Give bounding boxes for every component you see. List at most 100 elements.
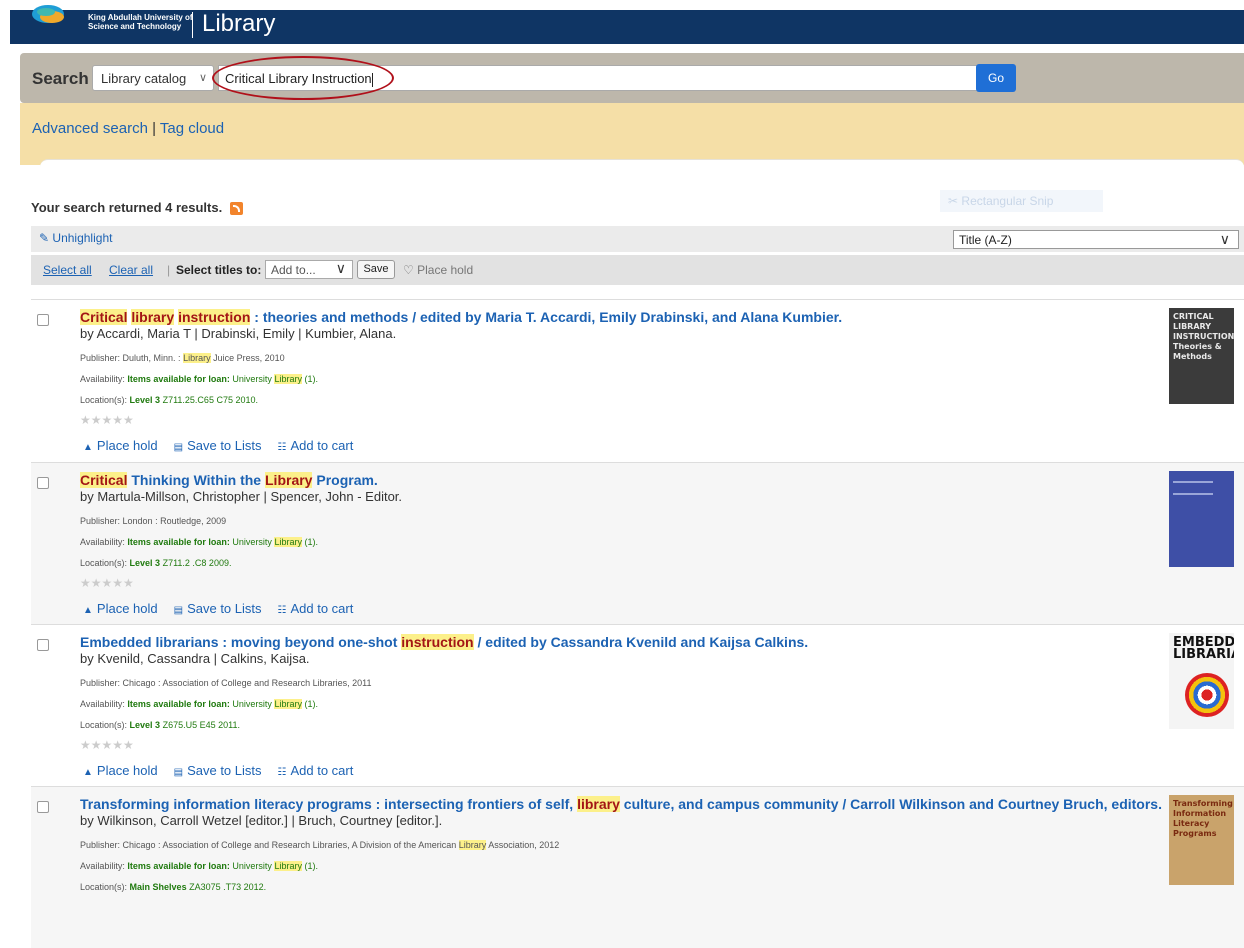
result-publisher: Publisher: Duluth, Minn. : Library Juice… [80, 353, 285, 363]
kaust-logo-icon[interactable] [30, 4, 72, 28]
add-to-cart-link[interactable]: ☷ Add to cart [278, 763, 354, 778]
search-subnav: Advanced search | Tag cloud [20, 103, 1244, 153]
book-cover-image[interactable]: Transforming Information Literacy Programs [1169, 795, 1234, 885]
availability-label: Availability: [80, 374, 125, 384]
sort-select[interactable]: Title (A-Z) ∨ [953, 230, 1239, 249]
cart-icon: ☷ [277, 605, 287, 616]
book-cover-image[interactable] [1169, 471, 1234, 567]
location-callnumber: Z711.25.C65 C75 2010. [160, 395, 258, 405]
availability-status: Items available for loan: [127, 537, 230, 547]
publisher-highlight: Library [183, 353, 211, 363]
chevron-down-icon: ∨ [198, 72, 207, 84]
place-hold-link[interactable]: ▲ Place hold [83, 763, 158, 778]
rating-stars[interactable]: ★★★★★ [80, 576, 134, 590]
result-location: Location(s): Level 3 Z675.U5 E45 2011. [80, 720, 240, 730]
availability-count: (1). [301, 861, 318, 871]
place-hold-link[interactable]: ▲ Place hold [83, 438, 158, 453]
add-to-cart-link[interactable]: ☷ Add to cart [278, 438, 354, 453]
advanced-search-link[interactable]: Advanced search [32, 120, 148, 137]
add-to-cart-link[interactable]: ☷ Add to cart [278, 601, 354, 616]
result-title-link[interactable]: Critical library instruction : theories … [80, 309, 842, 325]
availability-status: Items available for loan: [127, 699, 230, 709]
result-actions: ▲ Place hold ▤ Save to Lists ☷ Add to cart [83, 601, 353, 616]
go-button[interactable]: Go [976, 64, 1016, 92]
list-icon: ▤ [173, 442, 184, 453]
title-highlight: instruction [178, 309, 251, 325]
result-authors: by Wilkinson, Carroll Wetzel [editor.] |… [80, 813, 443, 828]
tag-cloud-link[interactable]: Tag cloud [160, 120, 224, 137]
result-checkbox[interactable] [37, 801, 49, 813]
search-scope-select[interactable]: Library catalog ∨ [92, 65, 214, 91]
availability-label: Availability: [80, 699, 125, 709]
rss-icon[interactable] [229, 202, 243, 216]
location-shelf: Level 3 [129, 395, 161, 405]
save-to-lists-link[interactable]: ▤ Save to Lists [174, 438, 262, 453]
result-title-link[interactable]: Embedded librarians : moving beyond one-… [80, 634, 808, 650]
title-highlight: Critical [80, 309, 128, 325]
publisher-label: Publisher: [80, 353, 121, 363]
cover-title-lines [1173, 481, 1213, 495]
add-to-select[interactable]: Add to... ∨ [265, 260, 353, 279]
cover-text: LIBRARY [1173, 322, 1212, 331]
availability-label: Availability: [80, 861, 125, 871]
unhighlight-link[interactable]: ✎ Unhighlight [39, 231, 112, 245]
result-title-link[interactable]: Transforming information literacy progra… [80, 796, 1162, 812]
place-hold-link[interactable]: ▲ Place hold [83, 601, 158, 616]
publisher-text: Duluth, Minn. : [120, 353, 184, 363]
search-label: Search [32, 69, 89, 88]
result-checkbox[interactable] [37, 477, 49, 489]
result-checkbox[interactable] [37, 314, 49, 326]
university-name: King Abdullah University of Science and … [88, 13, 193, 31]
sort-value: Title (A-Z) [959, 233, 1012, 247]
location-label: Location(s): [80, 558, 128, 568]
add-to-cart-label: Add to cart [290, 438, 354, 453]
snip-overlay-icon: ✂ [948, 194, 959, 208]
book-cover-image[interactable]: EMBEDDEDLIBRARIANS [1169, 633, 1234, 729]
book-cover-image[interactable]: CRITICAL LIBRARY INSTRUCTION Theories & Met… [1169, 308, 1234, 404]
place-hold-label: Place hold [96, 601, 158, 616]
list-icon: ▤ [173, 767, 184, 778]
save-to-lists-link[interactable]: ▤ Save to Lists [174, 763, 262, 778]
tab-strip [20, 153, 1244, 169]
cart-icon: ☷ [277, 767, 287, 778]
rating-stars[interactable]: ★★★★★ [80, 413, 134, 427]
select-all-link[interactable]: Select all [43, 263, 92, 277]
select-titles-label: Select titles to: [176, 263, 262, 277]
result-availability: Availability: Items available for loan: … [80, 861, 318, 871]
cover-text: Transforming [1173, 799, 1233, 808]
cover-text: Programs [1173, 829, 1217, 838]
save-to-lists-link[interactable]: ▤ Save to Lists [174, 601, 262, 616]
result-publisher: Publisher: London : Routledge, 2009 [80, 516, 226, 526]
location-callnumber: ZA3075 .T73 2012. [186, 882, 267, 892]
save-to-lists-label: Save to Lists [187, 601, 262, 616]
title-text: / edited by Cassandra Kvenild and Kaijsa… [473, 634, 809, 650]
title-highlight: Library [265, 472, 313, 488]
availability-label: Availability: [80, 537, 125, 547]
clear-all-link[interactable]: Clear all [109, 263, 153, 277]
cover-text: Literacy [1173, 819, 1210, 828]
result-title-link[interactable]: Critical Thinking Within the Library Pro… [80, 472, 378, 488]
university-name-line1: King Abdullah University of [88, 13, 193, 22]
place-hold-toolbar-button[interactable]: ♡ Place hold [403, 263, 473, 277]
university-name-line2: Science and Technology [88, 22, 182, 31]
place-hold-toolbar-label: Place hold [417, 263, 474, 277]
title-text: Program. [312, 472, 378, 488]
add-to-cart-label: Add to cart [290, 763, 354, 778]
publisher-text: Juice Press, 2010 [210, 353, 285, 363]
result-checkbox[interactable] [37, 639, 49, 651]
rating-stars[interactable]: ★★★★★ [80, 738, 134, 752]
result-row: Embedded librarians : moving beyond one-… [31, 624, 1244, 786]
unhighlight-label: Unhighlight [52, 231, 113, 245]
result-row: Transforming information literacy progra… [31, 786, 1244, 948]
save-button[interactable]: Save [357, 260, 395, 279]
publisher-text: London : Routledge, 2009 [120, 516, 227, 526]
availability-place: University [229, 374, 275, 384]
location-callnumber: Z675.U5 E45 2011. [160, 720, 240, 730]
publisher-text: Chicago : Association of College and Res… [120, 840, 459, 850]
result-row: Critical library instruction : theories … [31, 299, 1244, 461]
hold-icon: ♡ [403, 263, 414, 277]
library-title[interactable]: Library [202, 10, 275, 38]
hold-icon: ▲ [83, 605, 93, 616]
availability-place: University [229, 861, 275, 871]
subnav-links: Advanced search | Tag cloud [32, 120, 224, 137]
